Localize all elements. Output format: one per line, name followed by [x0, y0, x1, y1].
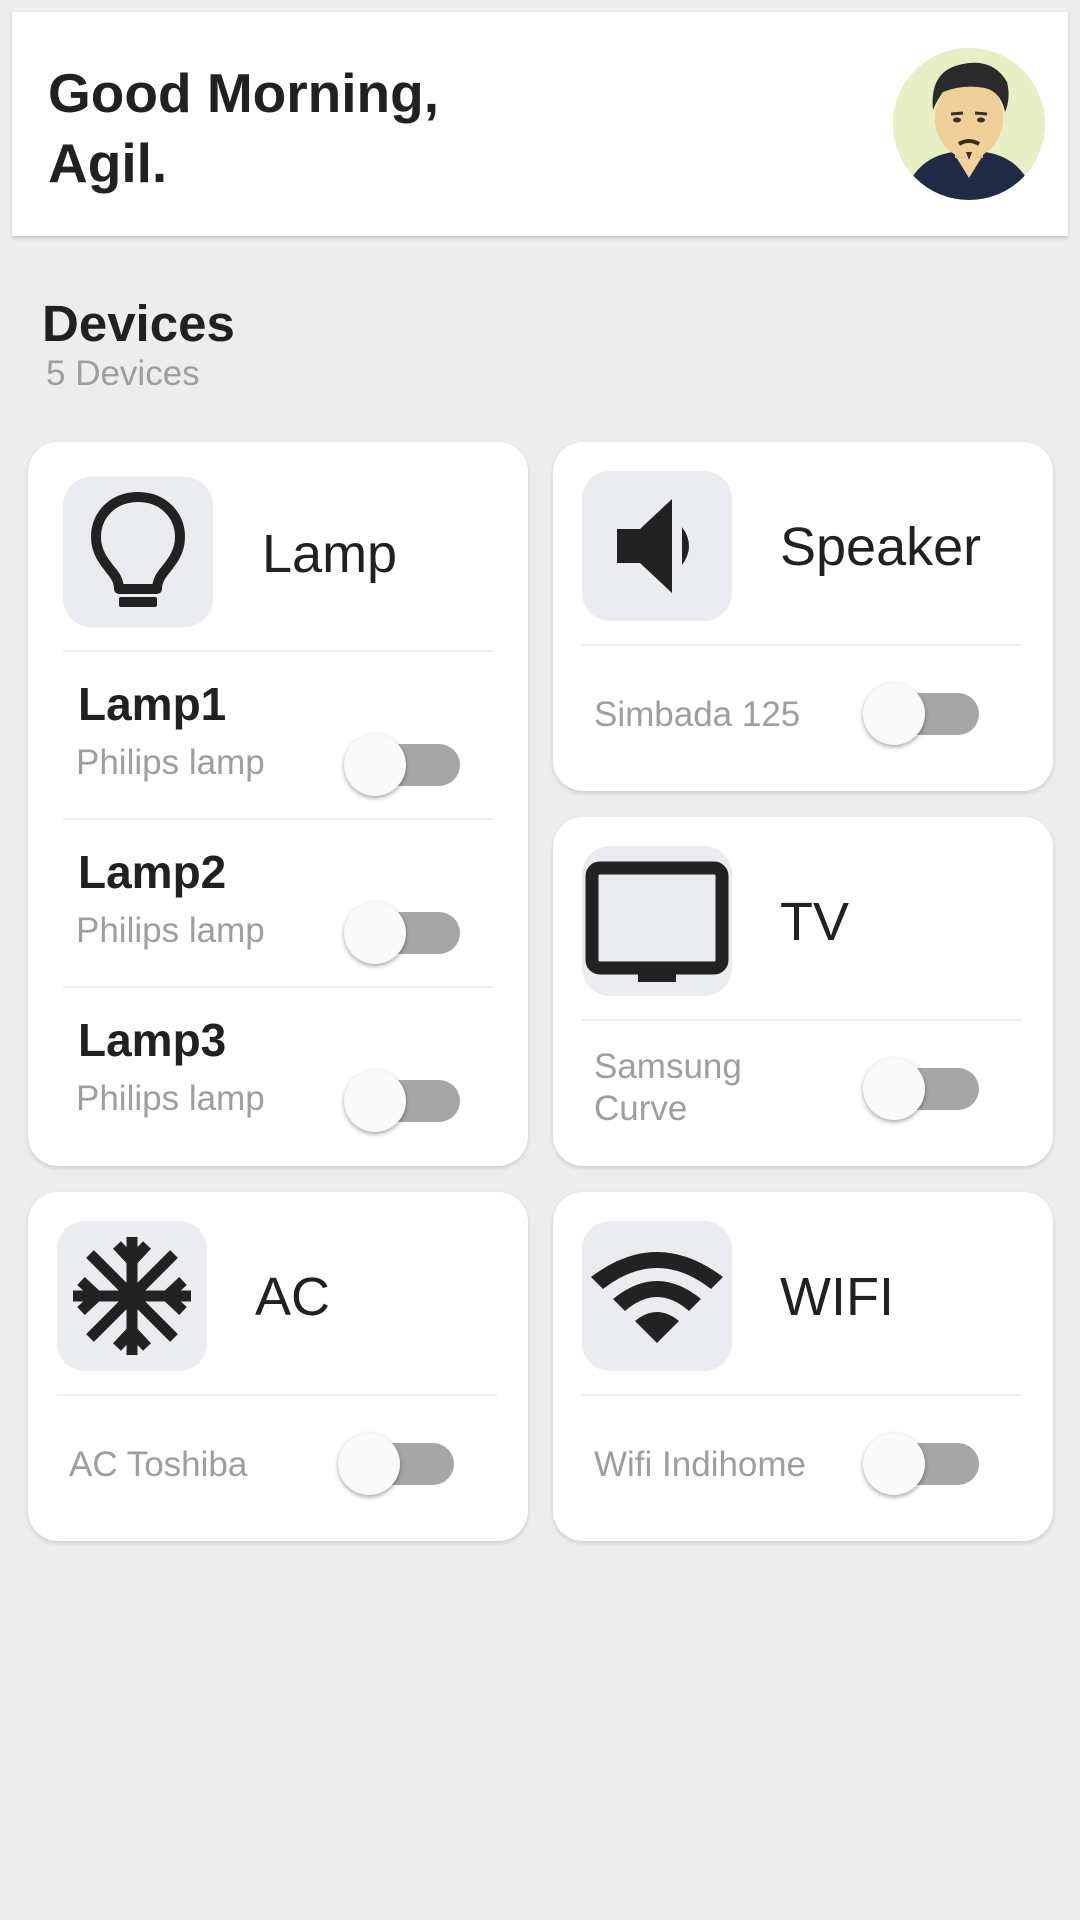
divider [57, 1394, 497, 1396]
toggle-thumb [344, 1070, 406, 1132]
greeting-line-1: Good Morning, [48, 62, 440, 124]
speaker-card-title: Speaker [780, 517, 982, 577]
lamp1-toggle[interactable] [344, 734, 462, 796]
wifi-card-title: WIFI [780, 1267, 894, 1327]
wifi-icon [591, 1252, 723, 1343]
tv-card: TV Samsung Curve [553, 817, 1053, 1166]
ac-toggle[interactable] [338, 1433, 456, 1495]
toggle-thumb [863, 683, 925, 745]
ac-card-title: AC [255, 1267, 331, 1327]
wifi-desc: Wifi Indihome [594, 1445, 807, 1484]
toggle-thumb [344, 902, 406, 964]
toggle-thumb [344, 734, 406, 796]
tv-icon [585, 861, 729, 982]
divider [582, 1019, 1022, 1021]
ac-icon-box[interactable] [57, 1221, 207, 1371]
wifi-icon-box[interactable] [582, 1221, 732, 1371]
devices-count: 5 Devices [46, 354, 200, 393]
devices-title: Devices [42, 295, 235, 352]
divider [582, 644, 1022, 646]
lamp3-toggle[interactable] [344, 1070, 462, 1132]
wifi-card: WIFI Wifi Indihome [553, 1192, 1053, 1541]
greeting-line-2: Agil. [48, 132, 168, 194]
lamp2-toggle[interactable] [344, 902, 462, 964]
greeting-header: Good Morning, Agil. [12, 12, 1068, 236]
divider [63, 650, 493, 652]
divider [63, 818, 493, 820]
lamp2-desc: Philips lamp [76, 911, 265, 950]
tv-desc: Samsung Curve [594, 1046, 742, 1130]
lamp-icon-box[interactable] [63, 477, 213, 627]
lamp1-name: Lamp1 [78, 678, 227, 730]
divider [582, 1394, 1022, 1396]
lamp-card-title: Lamp [262, 524, 398, 584]
toggle-thumb [863, 1058, 925, 1120]
lamp1-desc: Philips lamp [76, 743, 265, 782]
tv-icon-box[interactable] [582, 846, 732, 996]
lamp2-name: Lamp2 [78, 846, 227, 898]
divider [63, 986, 493, 988]
tv-desc-line-2: Curve [594, 1089, 688, 1128]
lamp-card: Lamp Lamp1 Philips lamp Lamp2 Philips la… [28, 442, 528, 1166]
speaker-icon-box[interactable] [582, 471, 732, 621]
snowflake-icon [73, 1237, 191, 1355]
avatar-portrait-icon [893, 48, 1045, 200]
lightbulb-icon [91, 492, 185, 607]
avatar[interactable] [893, 48, 1045, 200]
toggle-thumb [338, 1433, 400, 1495]
tv-desc-line-1: Samsung [594, 1047, 742, 1086]
wifi-toggle[interactable] [863, 1433, 981, 1495]
ac-desc: AC Toshiba [69, 1445, 248, 1484]
toggle-thumb [863, 1433, 925, 1495]
speaker-card: Speaker Simbada 125 [553, 442, 1053, 791]
lamp3-desc: Philips lamp [76, 1079, 265, 1118]
tv-card-title: TV [780, 892, 850, 952]
greeting-text: Good Morning, Agil. [48, 58, 439, 198]
lamp3-name: Lamp3 [78, 1014, 227, 1066]
ac-card: AC AC Toshiba [28, 1192, 528, 1541]
speaker-desc: Simbada 125 [594, 695, 801, 734]
speaker-icon [617, 499, 689, 593]
speaker-toggle[interactable] [863, 683, 981, 745]
tv-toggle[interactable] [863, 1058, 981, 1120]
